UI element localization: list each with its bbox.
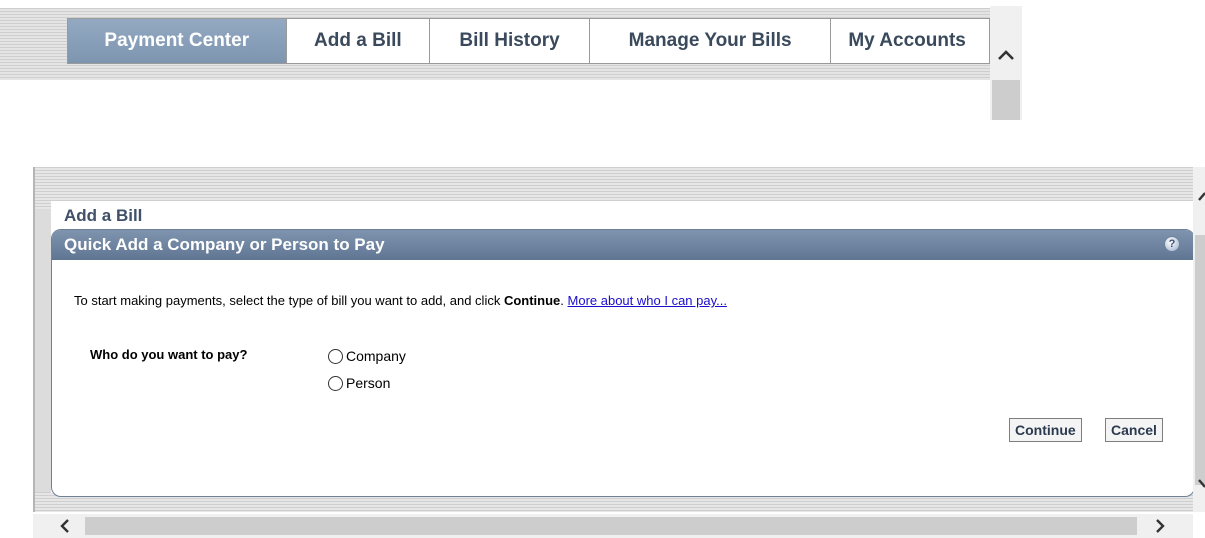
frame-left-border: [33, 209, 51, 509]
intro-text-after: .: [560, 293, 568, 308]
top-frame: Payment Center Add a Bill Bill History M…: [0, 0, 1022, 120]
content-vertical-scrollbar[interactable]: [1193, 167, 1205, 512]
more-about-who-i-can-pay-link[interactable]: More about who I can pay...: [568, 293, 727, 308]
chevron-up-icon[interactable]: [1193, 189, 1205, 203]
horizontal-scrollbar[interactable]: [33, 514, 1193, 538]
tab-bill-history[interactable]: Bill History: [430, 19, 590, 63]
content-frame: Add a Bill Quick Add a Company or Person…: [33, 167, 1205, 538]
chevron-up-icon[interactable]: [990, 40, 1022, 70]
cancel-button[interactable]: Cancel: [1105, 418, 1163, 442]
quick-add-panel: Quick Add a Company or Person to Pay ? T…: [51, 229, 1195, 497]
pay-question-label: Who do you want to pay?: [90, 347, 248, 362]
panel-header: Quick Add a Company or Person to Pay ?: [52, 230, 1194, 260]
panel-title: Quick Add a Company or Person to Pay: [64, 235, 385, 254]
chevron-left-icon[interactable]: [55, 516, 75, 536]
company-label[interactable]: Company: [346, 348, 406, 364]
tab-manage-your-bills[interactable]: Manage Your Bills: [589, 19, 832, 63]
tab-add-a-bill[interactable]: Add a Bill: [286, 19, 431, 63]
option-company[interactable]: Company: [328, 348, 406, 364]
person-radio[interactable]: [328, 375, 343, 391]
tab-payment-center[interactable]: Payment Center: [68, 19, 287, 63]
nav-tabs: Payment Center Add a Bill Bill History M…: [67, 18, 990, 64]
chevron-right-icon[interactable]: [1150, 516, 1170, 536]
content-scroll-thumb[interactable]: [1195, 235, 1205, 485]
help-icon[interactable]: ?: [1164, 236, 1180, 252]
horizontal-scroll-thumb[interactable]: [85, 517, 1137, 535]
person-label[interactable]: Person: [346, 375, 390, 391]
intro-text-before: To start making payments, select the typ…: [74, 293, 504, 308]
company-radio[interactable]: [328, 348, 343, 364]
intro-text: To start making payments, select the typ…: [74, 293, 727, 308]
top-scroll-thumb[interactable]: [992, 80, 1020, 120]
continue-button[interactable]: Continue: [1009, 418, 1082, 442]
chevron-down-icon[interactable]: [1193, 477, 1205, 491]
intro-text-bold: Continue: [503, 293, 561, 308]
option-person[interactable]: Person: [328, 375, 390, 391]
page-title: Add a Bill: [64, 206, 143, 225]
top-vertical-scrollbar[interactable]: [990, 6, 1022, 120]
tab-my-accounts[interactable]: My Accounts: [831, 19, 989, 63]
